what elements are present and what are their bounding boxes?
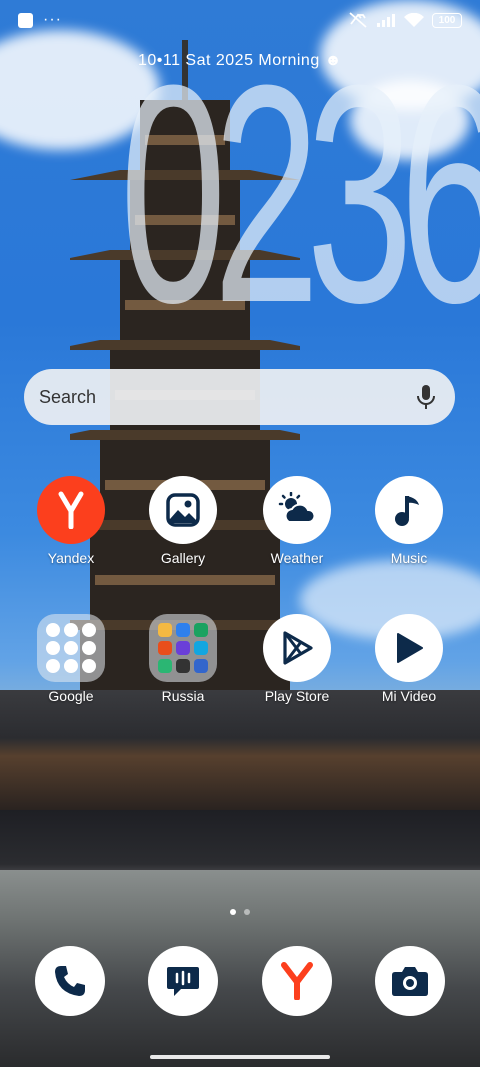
app-label: Play Store xyxy=(264,688,330,704)
youtube-icon xyxy=(64,641,78,655)
dock-phone[interactable] xyxy=(35,946,105,1016)
app-mini-icon xyxy=(194,623,208,637)
app-label: Yandex xyxy=(47,550,95,566)
app-mini-icon xyxy=(176,641,190,655)
music-note-icon xyxy=(375,476,443,544)
app-yandex[interactable]: Yandex xyxy=(16,476,126,566)
app-mini-icon xyxy=(176,659,190,673)
maps-icon xyxy=(46,641,60,655)
more-dots-icon: ··· xyxy=(43,11,62,28)
app-mini-icon xyxy=(194,641,208,655)
assistant-icon xyxy=(82,659,96,673)
app-label: Weather xyxy=(270,550,324,566)
microphone-icon[interactable] xyxy=(415,384,437,410)
dock-camera[interactable] xyxy=(375,946,445,1016)
photos-icon xyxy=(64,659,78,673)
gallery-icon xyxy=(149,476,217,544)
yandex-icon xyxy=(37,476,105,544)
app-music[interactable]: Music xyxy=(354,476,464,566)
camera-icon xyxy=(392,967,428,996)
page-dot xyxy=(244,909,250,915)
app-mi-video[interactable]: Mi Video xyxy=(354,614,464,704)
notification-square-icon xyxy=(18,12,33,28)
app-mini-icon xyxy=(194,659,208,673)
yandex-browser-icon xyxy=(281,962,313,1000)
page-dot-active xyxy=(230,909,236,915)
google-icon xyxy=(46,623,60,637)
folder-google[interactable]: Google xyxy=(16,614,126,704)
app-mini-icon xyxy=(176,623,190,637)
page-indicator xyxy=(0,909,480,915)
app-label: Mi Video xyxy=(381,688,437,704)
drive-icon xyxy=(82,641,96,655)
app-play-store[interactable]: Play Store xyxy=(242,614,352,704)
app-mini-icon xyxy=(158,623,172,637)
app-weather[interactable]: Weather xyxy=(242,476,352,566)
app-mini-icon xyxy=(158,641,172,655)
folder-icon xyxy=(149,614,217,682)
folder-russia[interactable]: Russia xyxy=(128,614,238,704)
search-bar[interactable]: Search xyxy=(24,369,455,425)
home-gesture-bar[interactable] xyxy=(150,1055,330,1059)
search-placeholder: Search xyxy=(39,386,97,407)
app-mini-icon xyxy=(158,659,172,673)
play-video-icon xyxy=(375,614,443,682)
weather-icon xyxy=(263,476,331,544)
play-store-icon xyxy=(263,614,331,682)
youtube-music-icon xyxy=(46,659,60,673)
phone-icon xyxy=(55,966,85,996)
folder-icon xyxy=(37,614,105,682)
dock-messages[interactable] xyxy=(148,946,218,1016)
gmail-icon xyxy=(82,623,96,637)
app-label: Russia xyxy=(161,688,205,704)
app-label: Google xyxy=(48,688,94,704)
messages-icon xyxy=(167,967,199,996)
app-label: Gallery xyxy=(160,550,206,566)
clock-widget[interactable]: 0236 xyxy=(120,39,480,349)
app-label: Music xyxy=(390,550,428,566)
chrome-icon xyxy=(64,623,78,637)
app-gallery[interactable]: Gallery xyxy=(128,476,238,566)
dock-yandex-browser[interactable] xyxy=(262,946,332,1016)
